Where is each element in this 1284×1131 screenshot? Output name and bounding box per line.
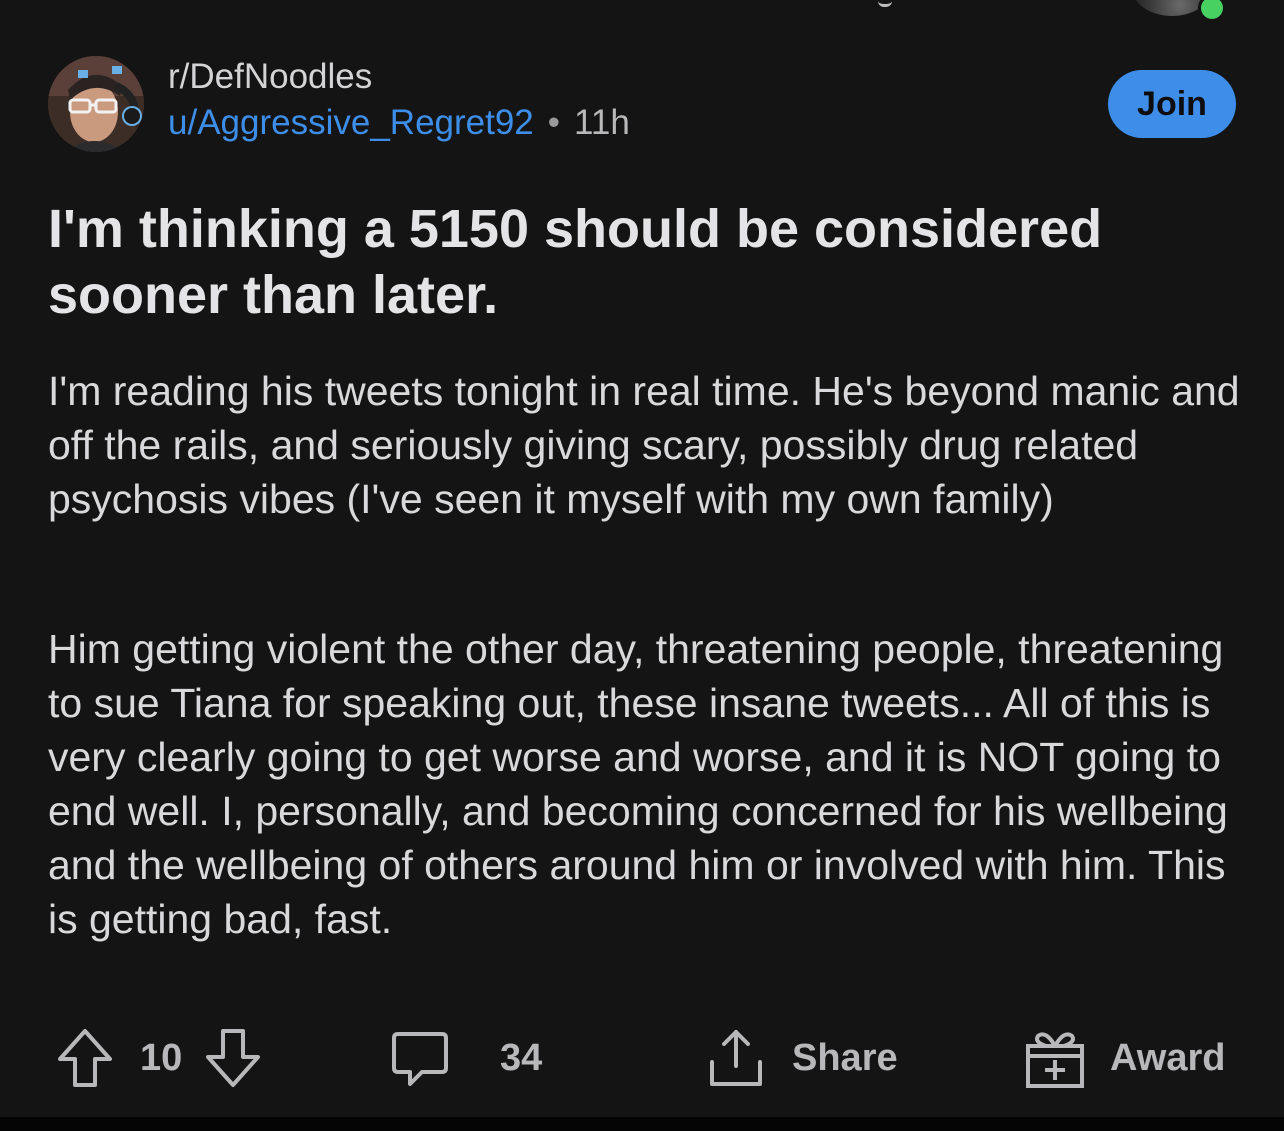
avatar-portrait-icon [48, 56, 144, 152]
online-status-indicator [1198, 0, 1226, 22]
comments-button[interactable]: 34 [390, 1020, 542, 1096]
share-icon [704, 1026, 768, 1090]
vote-control: 10 [56, 1020, 262, 1096]
award-label: Award [1110, 1036, 1226, 1079]
post-meta: r/DefNoodles u/Aggressive_Regret92 • 11h [168, 57, 630, 146]
award-icon [1024, 1026, 1086, 1090]
share-button[interactable]: Share [704, 1020, 898, 1096]
post-action-bar: 10 34 Share Award [0, 1020, 1284, 1100]
award-button[interactable]: Award [1024, 1020, 1225, 1096]
byline: u/Aggressive_Regret92 • 11h [168, 100, 630, 146]
comment-icon [390, 1028, 450, 1088]
bottom-divider [0, 1117, 1284, 1131]
subreddit-avatar[interactable] [48, 56, 144, 152]
post-header: r/DefNoodles u/Aggressive_Regret92 • 11h [48, 56, 630, 152]
cropped-header-glyph [878, 0, 892, 7]
reddit-post-page: r/DefNoodles u/Aggressive_Regret92 • 11h… [0, 0, 1284, 1131]
downvote-icon[interactable] [204, 1027, 262, 1089]
post-body-paragraph: I'm reading his tweets tonight in real t… [48, 368, 1240, 522]
upvote-icon[interactable] [56, 1027, 114, 1089]
post-title[interactable]: I'm thinking a 5150 should be considered… [48, 196, 1238, 328]
comment-count: 34 [500, 1036, 543, 1079]
vote-count: 10 [140, 1036, 183, 1079]
author-username[interactable]: u/Aggressive_Regret92 [168, 100, 534, 146]
post-body-paragraph: Him getting violent the other day, threa… [48, 626, 1228, 942]
post-age: 11h [574, 103, 630, 142]
join-button[interactable]: Join [1108, 70, 1236, 138]
meta-separator: • [547, 103, 561, 142]
share-label: Share [792, 1036, 898, 1079]
subreddit-name[interactable]: r/DefNoodles [168, 54, 630, 100]
